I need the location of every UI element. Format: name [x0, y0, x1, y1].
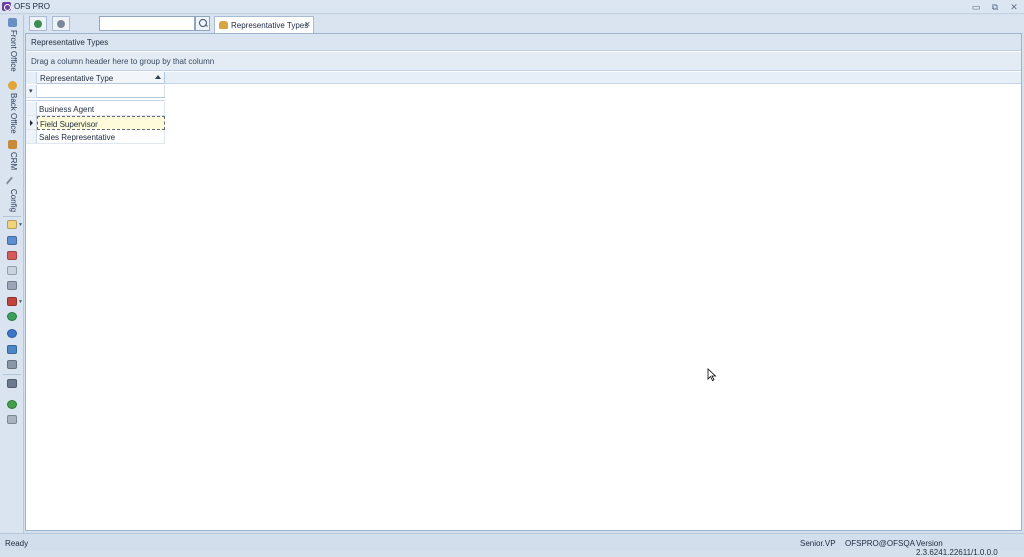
main-panel: Representative Types Drag a column heade…	[25, 33, 1022, 531]
panel-title-bar: Representative Types	[26, 34, 1021, 51]
cell-representative-type: Field Supervisor	[40, 120, 98, 129]
tools-icon	[57, 20, 65, 28]
representative-types-icon	[219, 21, 228, 29]
crm-icon	[8, 140, 17, 149]
filter-row-indicator: ▾	[26, 85, 37, 98]
filter-cell[interactable]	[37, 85, 165, 98]
new-document-dropdown-icon[interactable]: ▼	[18, 222, 23, 228]
toolbar: Representative Types ✕	[25, 15, 1024, 33]
row-indicator[interactable]	[26, 130, 37, 144]
globe-icon[interactable]	[7, 329, 17, 338]
minimize-button[interactable]: ▭	[970, 2, 982, 12]
front-office-icon	[8, 18, 17, 27]
status-version: Version 2.3.6241.22611/1.0.0.0	[916, 539, 998, 557]
tab-front-office-label: Front Office	[9, 30, 18, 72]
tab-crm[interactable]: CRM	[2, 140, 22, 172]
left-nav-bar: Front Office Back Office CRM Config ▼ ▼	[0, 15, 24, 533]
tab-label: Representative Types	[231, 21, 309, 30]
search-button[interactable]	[195, 16, 210, 31]
layers-icon[interactable]	[7, 345, 17, 354]
report-icon[interactable]	[7, 297, 17, 306]
search-input[interactable]	[99, 16, 195, 31]
row-indicator[interactable]	[26, 102, 37, 116]
tab-config-label: Config	[9, 189, 18, 213]
grid-settings-icon[interactable]	[7, 236, 17, 245]
group-by-panel[interactable]: Drag a column header here to group by th…	[26, 52, 1021, 71]
panel-title: Representative Types	[31, 38, 109, 47]
current-row-icon	[30, 120, 33, 126]
sort-ascending-icon	[155, 75, 161, 79]
table-row-focused[interactable]: Field Supervisor	[37, 116, 165, 130]
wrench-icon	[5, 176, 16, 187]
new-document-icon[interactable]	[7, 220, 17, 229]
column-header-representative-type[interactable]: Representative Type	[37, 72, 165, 84]
recycle-icon	[34, 20, 42, 28]
mail-icon[interactable]	[7, 415, 17, 424]
table-row[interactable]: Business Agent	[37, 102, 165, 116]
refresh-icon[interactable]	[7, 312, 17, 321]
printer-icon[interactable]	[7, 379, 17, 388]
refresh-button[interactable]	[29, 16, 47, 31]
status-text: Ready	[5, 539, 29, 548]
tab-front-office[interactable]: Front Office	[2, 18, 22, 78]
copy-icon[interactable]	[7, 266, 17, 275]
cell-representative-type: Sales Representative	[39, 133, 116, 142]
tab-back-office[interactable]: Back Office	[2, 81, 22, 137]
filter-icon: ▾	[29, 88, 33, 95]
calculator-icon[interactable]	[7, 360, 17, 369]
status-connection: OFSPRO@OFSQA	[845, 539, 915, 548]
row-indicator-current[interactable]	[26, 116, 37, 130]
nav-divider	[3, 216, 21, 217]
report-dropdown-icon[interactable]: ▼	[18, 299, 23, 305]
row-indicator-header	[26, 72, 37, 84]
status-user: Senior.VP	[800, 539, 836, 548]
tab-crm-label: CRM	[9, 152, 18, 171]
tab-close-icon[interactable]: ✕	[304, 20, 311, 29]
tools-button[interactable]	[52, 16, 70, 31]
column-header-label: Representative Type	[40, 74, 114, 83]
filter-separator	[26, 98, 165, 101]
tab-back-office-label: Back Office	[9, 93, 18, 134]
restore-button[interactable]: ⧉	[989, 2, 1001, 12]
table-row[interactable]: Sales Representative	[37, 130, 165, 144]
tab-config[interactable]: Config	[2, 176, 22, 215]
tab-representative-types[interactable]: Representative Types ✕	[214, 16, 314, 33]
app-title: OFS PRO	[14, 2, 51, 11]
title-bar: OFS PRO ▭ ⧉ ✕	[0, 0, 1024, 14]
status-bar: Ready Senior.VP OFSPRO@OFSQA Version 2.3…	[0, 533, 1024, 557]
grid-header-strip	[26, 72, 1021, 84]
export-icon[interactable]	[7, 281, 17, 290]
help-icon[interactable]	[7, 400, 17, 409]
nav-divider-2	[3, 374, 21, 375]
grid-delete-icon[interactable]	[7, 251, 17, 260]
back-office-icon	[8, 81, 17, 90]
close-window-button[interactable]: ✕	[1008, 2, 1020, 12]
cell-representative-type: Business Agent	[39, 105, 95, 114]
app-logo-icon	[2, 2, 11, 11]
group-by-hint: Drag a column header here to group by th…	[31, 57, 215, 66]
